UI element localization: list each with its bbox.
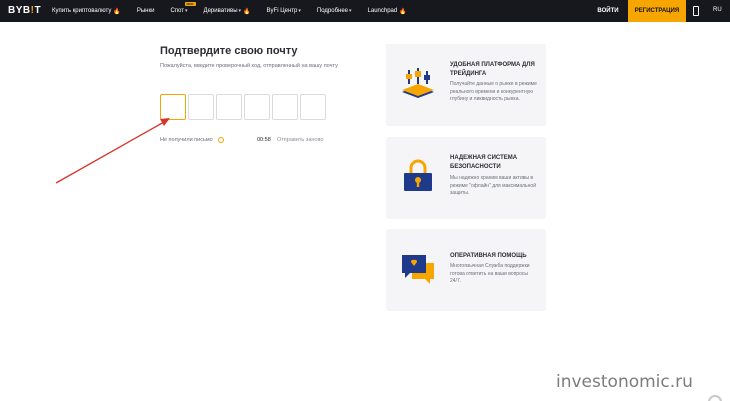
feature-card-trading: УДОБНАЯ ПЛАТФОРМА ДЛЯ ТРЕЙДИНГА Получайт… — [386, 44, 546, 126]
feature-text: Получайте данные о рынке в режиме реальн… — [450, 81, 537, 102]
feature-card-security: НАДЕЖНАЯ СИСТЕМА БЕЗОПАСНОСТИ Мы надежно… — [386, 137, 546, 219]
feature-title: НАДЕЖНАЯ СИСТЕМА БЕЗОПАСНОСТИ — [450, 155, 518, 170]
feature-title: ОПЕРАТИВНАЯ ПОМОЩЬ — [450, 253, 527, 259]
lock-icon — [404, 159, 432, 191]
annotation-arrow — [55, 118, 170, 184]
watermark-text: investonomic.ru — [556, 372, 693, 392]
trading-platform-icon — [402, 68, 434, 98]
feature-card-support: ОПЕРАТИВНАЯ ПОМОЩЬ Многоязычная Служба п… — [386, 229, 546, 311]
feature-text: Мы надежно храним ваши активы в режиме "… — [450, 175, 536, 196]
feature-title: УДОБНАЯ ПЛАТФОРМА ДЛЯ ТРЕЙДИНГА — [450, 62, 535, 77]
feature-text: Многоязычная Служба поддержки готова отв… — [450, 263, 530, 284]
chat-support-icon — [402, 255, 434, 284]
